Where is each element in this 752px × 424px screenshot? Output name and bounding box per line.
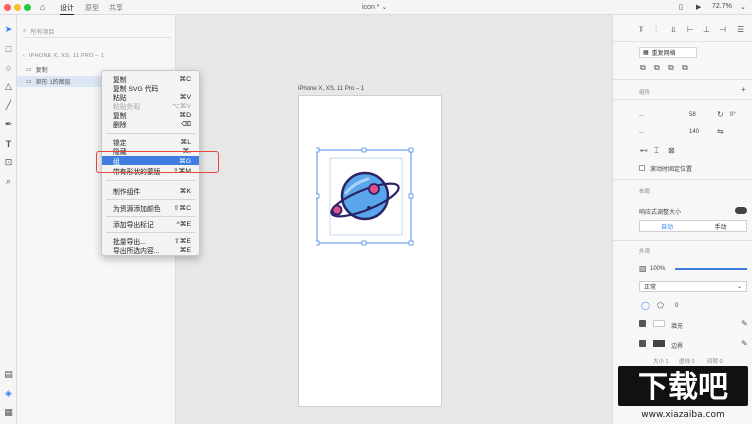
- tab-design[interactable]: 设计: [60, 3, 74, 15]
- watermark-logo: 下载吧 www.xiazaiba.com: [614, 362, 750, 420]
- fill-swatch[interactable]: [653, 320, 665, 327]
- align-right-icon[interactable]: ⊣: [719, 25, 726, 34]
- layers-icon[interactable]: ◈: [3, 388, 14, 399]
- blend-mode-select[interactable]: 正常 ⌄: [639, 281, 747, 292]
- rotate-icon[interactable]: ↻: [717, 110, 724, 119]
- boolean-add-icon[interactable]: ⧉: [640, 63, 646, 73]
- align-left-icon[interactable]: ⊢: [687, 25, 694, 34]
- fill-checkbox[interactable]: [639, 320, 646, 327]
- search-input[interactable]: 所有项目: [30, 27, 54, 36]
- minimize-window-button[interactable]: [14, 4, 21, 11]
- chevron-down-icon: ⌄: [736, 284, 742, 290]
- canvas[interactable]: iPhone X, XS, 11 Pro – 1: [176, 15, 612, 424]
- eyedropper-icon[interactable]: ✎: [741, 319, 748, 328]
- planet-icon[interactable]: [316, 145, 420, 247]
- tab-share[interactable]: 共享: [109, 3, 123, 13]
- border-swatch[interactable]: [653, 340, 665, 347]
- line-tool-icon[interactable]: ╱: [3, 100, 14, 111]
- polygon-tool-icon[interactable]: △: [3, 81, 14, 92]
- eyedropper-icon[interactable]: ✎: [741, 339, 748, 348]
- align-bottom-icon[interactable]: ⫫: [671, 25, 676, 35]
- opacity-slider[interactable]: [675, 268, 747, 270]
- artboard-header[interactable]: ‹ IPHONE X, XS, 11 PRO – 1: [23, 53, 104, 59]
- play-icon[interactable]: ▶: [696, 3, 701, 11]
- align-middle-icon[interactable]: ⫶: [655, 25, 657, 35]
- text-tool-icon[interactable]: T: [3, 138, 14, 149]
- fixed-height-icon[interactable]: ⌶: [654, 146, 659, 156]
- document-title[interactable]: icon * ⌄: [362, 3, 387, 11]
- width-field[interactable]: 58: [689, 112, 696, 118]
- title-bar: ⌂ 设计 原型 共享 icon * ⌄ ▯ ▶ 72.7% ⌄: [0, 0, 752, 15]
- layout-label: 布局: [639, 189, 651, 195]
- repeat-grid-button[interactable]: ▦ 重复网格: [639, 47, 697, 58]
- close-window-button[interactable]: [4, 4, 11, 11]
- height-field[interactable]: 140: [689, 129, 699, 135]
- responsive-toggle[interactable]: [735, 207, 747, 214]
- fixed-width-icon[interactable]: ⊷: [640, 146, 648, 155]
- grid-icon: ▦: [643, 50, 649, 56]
- boolean-subtract-icon[interactable]: ⧉: [654, 63, 660, 73]
- border-checkbox[interactable]: [639, 340, 646, 347]
- menu-item-mark-for-export[interactable]: 添加导出标记 ^⌘E: [102, 219, 199, 229]
- add-component-icon[interactable]: +: [741, 85, 746, 94]
- menu-item-make-component[interactable]: 制作组件 ⌘K: [102, 186, 199, 196]
- fill-label: 填充: [671, 324, 684, 330]
- pen-tool-icon[interactable]: ✒: [3, 119, 14, 130]
- boolean-exclude-icon[interactable]: ⧉: [682, 63, 688, 73]
- opacity-icon: ▧: [639, 264, 647, 273]
- radius-field[interactable]: 0: [675, 303, 678, 309]
- tab-prototype[interactable]: 原型: [85, 3, 99, 13]
- border-label: 边界: [671, 344, 684, 350]
- zoom-level[interactable]: 72.7%: [712, 3, 732, 10]
- artboard-tool-icon[interactable]: ⊡: [3, 157, 14, 168]
- group-icon: ▭: [26, 79, 32, 85]
- fit-content-icon[interactable]: ⊠: [668, 146, 675, 155]
- auto-option[interactable]: 自动: [640, 221, 694, 231]
- appearance-label: 外观: [639, 249, 651, 255]
- flip-icon[interactable]: ⇋: [717, 127, 724, 136]
- opacity-field[interactable]: 100%: [650, 266, 665, 272]
- artboard[interactable]: [298, 95, 442, 407]
- highlight-annotation: [96, 151, 219, 173]
- corner-radius-icon[interactable]: ◯: [641, 301, 650, 310]
- manual-option[interactable]: 手动: [694, 221, 747, 231]
- chevron-down-icon[interactable]: ⌄: [740, 3, 746, 11]
- svg-text:下载吧: 下载吧: [638, 370, 728, 405]
- menu-item-delete[interactable]: 删除 ⌫: [102, 119, 199, 129]
- menu-item-export-selected[interactable]: 导出所选内容... ⌘E: [102, 245, 199, 255]
- home-icon[interactable]: ⌂: [40, 2, 45, 12]
- assets-icon[interactable]: ▤: [3, 369, 14, 380]
- align-top-icon[interactable]: ⫪: [639, 25, 644, 35]
- boolean-intersect-icon[interactable]: ⧉: [668, 63, 674, 73]
- resize-mode-segmented: 自动 手动: [639, 220, 747, 232]
- ellipse-tool-icon[interactable]: ○: [3, 62, 14, 73]
- artboard-label[interactable]: iPhone X, XS, 11 Pro – 1: [298, 86, 364, 92]
- select-tool-icon[interactable]: ➤: [3, 24, 14, 35]
- plugins-icon[interactable]: ▦: [3, 407, 14, 418]
- rotation-field[interactable]: 0°: [730, 112, 736, 118]
- rectangle-tool-icon[interactable]: □: [3, 43, 14, 54]
- scroll-fixed-checkbox[interactable]: [639, 165, 645, 171]
- distribute-icon[interactable]: ☰: [737, 25, 744, 34]
- search-icon: ⌕: [23, 27, 27, 34]
- svg-text:www.xiazaiba.com: www.xiazaiba.com: [641, 410, 725, 420]
- group-icon: ▭: [26, 67, 32, 73]
- scroll-fixed-label: 滚动时固定位置: [650, 167, 693, 173]
- device-preview-icon[interactable]: ▯: [679, 3, 683, 11]
- layers-search[interactable]: ⌕ 所有项目: [23, 25, 171, 38]
- menu-item-add-color-to-assets[interactable]: 为资源添加颜色 ⇧⌘C: [102, 203, 199, 213]
- components-label: 组件: [639, 90, 651, 96]
- tool-bar: ➤ □ ○ △ ╱ ✒ T ⊡ ⌕ ▤ ◈ ▦: [0, 15, 17, 424]
- responsive-label: 响应式调整大小: [639, 210, 682, 216]
- maximize-window-button[interactable]: [24, 4, 31, 11]
- zoom-tool-icon[interactable]: ⌕: [3, 176, 14, 187]
- align-center-icon[interactable]: ⊥: [703, 25, 710, 34]
- corner-each-icon[interactable]: ⬠: [657, 301, 664, 310]
